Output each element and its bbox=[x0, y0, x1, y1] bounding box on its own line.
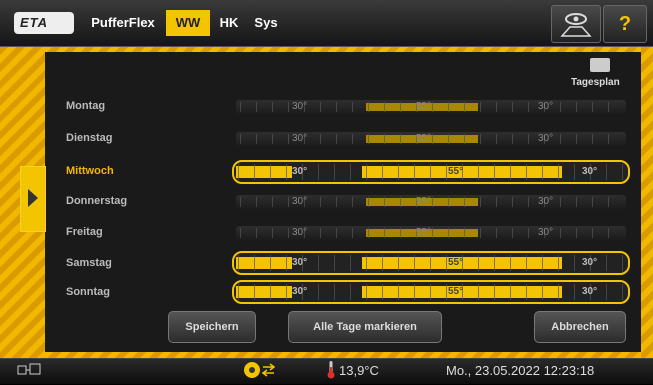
temp-label: 30° bbox=[538, 227, 554, 238]
day-bar-sonntag[interactable]: 30° 55° 30° bbox=[232, 280, 630, 304]
eye-icon bbox=[560, 13, 592, 37]
day-label-mittwoch[interactable]: Mittwoch bbox=[66, 165, 114, 177]
calendar-icon[interactable] bbox=[590, 58, 610, 72]
tagesplan-label[interactable]: Tagesplan bbox=[571, 77, 620, 88]
tab-ww[interactable]: WW bbox=[166, 10, 210, 36]
tab-hk[interactable]: HK bbox=[214, 10, 244, 36]
day-label-samstag[interactable]: Samstag bbox=[66, 257, 112, 269]
temp-label: 30° bbox=[582, 257, 598, 268]
help-button[interactable]: ? bbox=[603, 5, 647, 43]
temp-label: 30° bbox=[292, 227, 308, 238]
outdoor-temperature: 13,9°C bbox=[339, 363, 379, 378]
temp-label: 30° bbox=[292, 286, 308, 297]
mark-all-days-button[interactable]: Alle Tage markieren bbox=[288, 311, 442, 343]
right-stripe bbox=[641, 47, 653, 358]
temp-label: 30° bbox=[292, 101, 308, 112]
side-panel-toggle[interactable] bbox=[20, 166, 46, 232]
day-bar-dienstag[interactable]: 30° 55° 30° bbox=[236, 132, 626, 146]
temp-label: 30° bbox=[582, 286, 598, 297]
date-time: Mo., 23.05.2022 12:23:18 bbox=[446, 363, 595, 378]
tab-pufferflex[interactable]: PufferFlex bbox=[86, 10, 160, 36]
temp-label: 30° bbox=[538, 133, 554, 144]
thermometer-icon bbox=[327, 361, 335, 379]
temp-label: 30° bbox=[292, 257, 308, 268]
network-icon[interactable] bbox=[16, 363, 46, 377]
temp-label: 55° bbox=[448, 286, 464, 297]
temp-label: 30° bbox=[292, 196, 308, 207]
temp-label: 55° bbox=[416, 196, 432, 207]
temp-label: 30° bbox=[582, 166, 598, 177]
temp-label: 55° bbox=[416, 101, 432, 112]
temp-label: 30° bbox=[292, 133, 308, 144]
save-button[interactable]: Speichern bbox=[168, 311, 256, 343]
tab-sys[interactable]: Sys bbox=[250, 10, 282, 36]
day-label-sonntag[interactable]: Sonntag bbox=[66, 286, 110, 298]
day-label-donnerstag[interactable]: Donnerstag bbox=[66, 195, 127, 207]
day-bar-samstag[interactable]: 30° 55° 30° bbox=[232, 251, 630, 275]
temp-label: 30° bbox=[292, 166, 308, 177]
pump-transfer-icon bbox=[243, 360, 277, 380]
day-bar-freitag[interactable]: 30° 55° 30° bbox=[236, 226, 626, 240]
day-bar-mittwoch[interactable]: 30° 55° 30° bbox=[232, 160, 630, 184]
eta-logo: ETA bbox=[14, 12, 74, 34]
day-label-montag[interactable]: Montag bbox=[66, 100, 105, 112]
temp-label: 55° bbox=[448, 257, 464, 268]
logo-text: ETA bbox=[20, 15, 49, 30]
temp-label: 30° bbox=[538, 101, 554, 112]
day-label-freitag[interactable]: Freitag bbox=[66, 226, 103, 238]
temp-label: 30° bbox=[538, 196, 554, 207]
cancel-button[interactable]: Abbrechen bbox=[534, 311, 626, 343]
day-bar-donnerstag[interactable]: 30° 55° 30° bbox=[236, 195, 626, 209]
day-label-dienstag[interactable]: Dienstag bbox=[66, 132, 112, 144]
temp-label: 55° bbox=[448, 166, 464, 177]
temp-label: 55° bbox=[416, 227, 432, 238]
eye-view-button[interactable] bbox=[551, 5, 601, 43]
day-bar-montag[interactable]: 30° 55° 30° bbox=[236, 100, 626, 114]
temp-label: 55° bbox=[416, 133, 432, 144]
